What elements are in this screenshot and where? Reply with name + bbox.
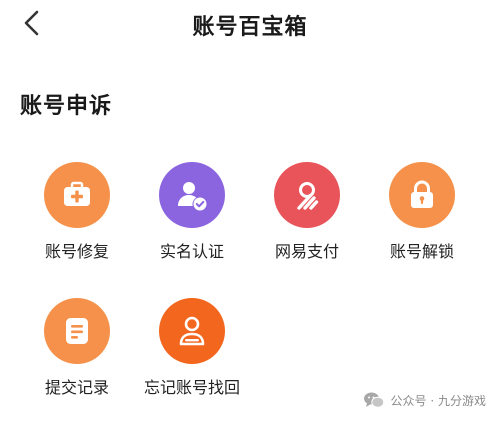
account-repair-label: 账号修复 [44,242,109,261]
page-title: 账号百宝箱 [192,15,308,40]
medical-kit-icon [64,181,90,206]
account-unlock-tile[interactable]: 账号解锁 [366,162,478,272]
user-retrieve-icon [179,316,205,346]
document-icon [66,318,88,344]
netease-pay-tile[interactable]: 网易支付 [251,162,363,272]
netease-pay-label: 网易支付 [274,242,339,261]
netease-pay-icon [297,182,319,210]
section-title: 账号申诉 [20,94,113,119]
account-recovery-label: 忘记账号找回 [143,378,240,397]
real-name-auth-tile[interactable]: 实名认证 [136,162,248,272]
account-unlock-label: 账号解锁 [389,242,454,261]
real-name-auth-label: 实名认证 [159,242,224,261]
watermark-text: 公众号 · 九分游戏 [390,393,486,408]
account-recovery-tile[interactable]: 忘记账号找回 [136,298,248,408]
account-repair-tile[interactable]: 账号修复 [21,162,133,272]
submission-record-label: 提交记录 [44,378,109,397]
netease-pay-icon-circle [274,162,340,228]
watermark: 公众号 · 九分游戏 [363,389,486,411]
submission-record-tile[interactable]: 提交记录 [21,298,133,408]
account-repair-icon-circle [44,162,110,228]
account-recovery-icon-circle [159,298,225,364]
real-name-auth-icon-circle [159,162,225,228]
submission-record-icon-circle [44,298,110,364]
verified-user-icon [178,182,207,211]
top-bar: 账号百宝箱 [0,0,500,48]
account-unlock-icon-circle [389,162,455,228]
padlock-icon [411,180,433,208]
wechat-icon [363,389,385,411]
